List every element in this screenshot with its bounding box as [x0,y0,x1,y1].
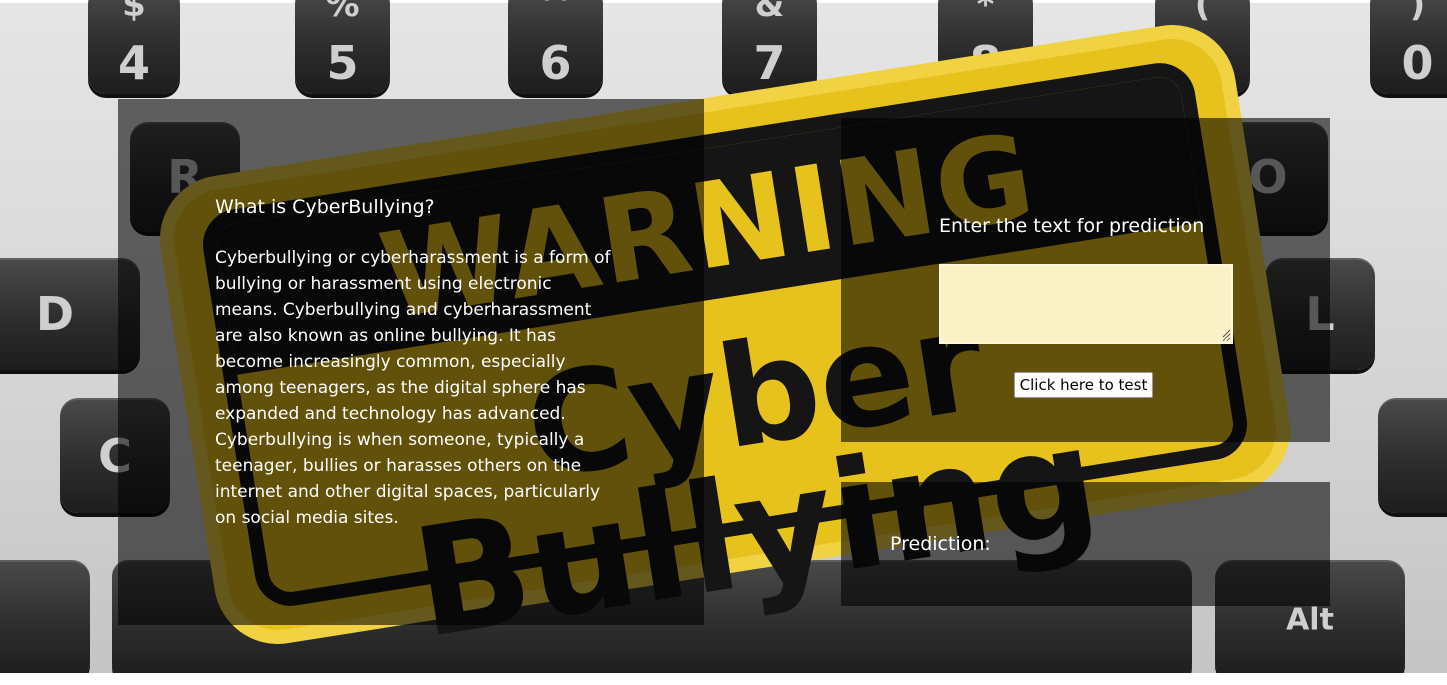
key-symbol: * [976,0,995,25]
key-number: 7 [753,36,786,90]
key-4: $ 4 [88,0,180,94]
info-body: Cyberbullying or cyberharassment is a fo… [215,248,611,528]
key-left [0,560,90,680]
key-6: ^ 6 [508,0,603,94]
key-symbol: ^ [541,0,570,25]
key-symbol: $ [122,0,146,25]
key-symbol: ( [1194,0,1211,25]
key-number: 6 [539,36,572,90]
key-7: & 7 [722,0,817,94]
key-0: ) 0 [1370,0,1447,94]
key-symbol: & [754,0,785,25]
key-symbol: % [325,0,360,25]
key-letter: Alt [1286,602,1334,638]
key-5: % 5 [295,0,390,94]
key-number: 4 [117,36,150,90]
result-panel: Prediction: [841,482,1330,606]
info-panel: What is CyberBullying? Cyberbullying or … [118,99,704,625]
prediction-label: Prediction: [890,533,991,555]
info-title: What is CyberBullying? [215,196,435,218]
prediction-text-input[interactable] [939,264,1233,344]
bottom-border [0,673,1447,685]
input-label: Enter the text for prediction [939,215,1205,237]
key-number: 5 [326,36,359,90]
test-button[interactable]: Click here to test [1014,372,1153,398]
key-number: 0 [1401,36,1434,90]
input-panel: Enter the text for prediction Click here… [841,118,1330,442]
key-greater [1378,398,1447,513]
key-symbol: ) [1409,0,1426,25]
